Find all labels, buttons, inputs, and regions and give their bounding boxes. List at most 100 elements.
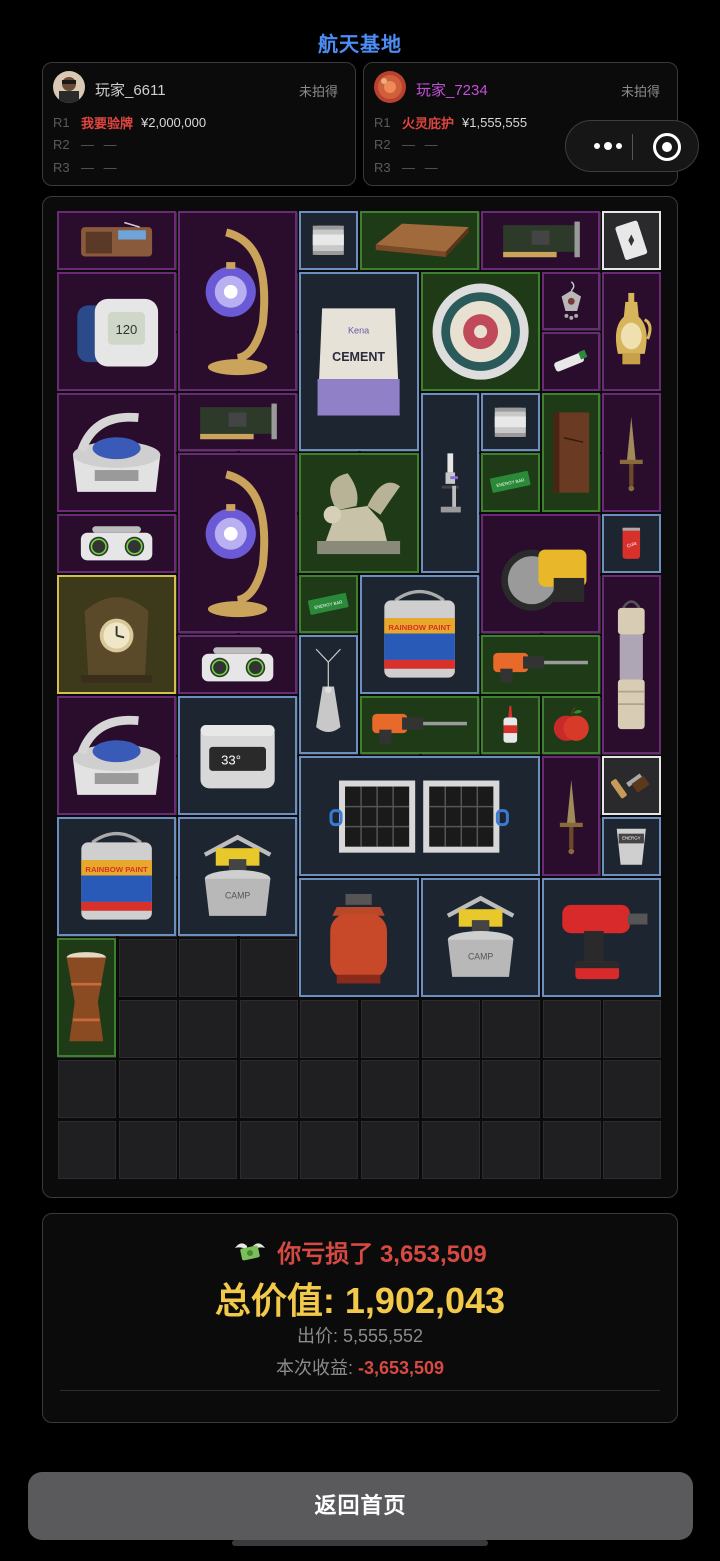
item-camping-stove[interactable]: CAMP — [420, 877, 540, 997]
svg-text:120: 120 — [115, 321, 137, 336]
item-cola-can[interactable]: Cola — [602, 514, 661, 573]
item-energy-bar[interactable]: ENERGY BAR — [481, 453, 540, 512]
item-radio[interactable] — [57, 211, 177, 270]
item-antique-clock[interactable] — [57, 574, 177, 694]
empty-slot — [118, 999, 177, 1058]
round-label: R3 — [374, 160, 391, 175]
item-power-station[interactable]: 33° — [178, 695, 298, 815]
item-glue-tube[interactable] — [541, 332, 601, 391]
item-speaker[interactable] — [178, 635, 298, 694]
round-row: R2 — — — [53, 137, 120, 152]
item-cordless-drill[interactable] — [541, 877, 661, 997]
item-golden-jug[interactable] — [602, 271, 661, 391]
item-winged-lion-statue[interactable] — [299, 453, 419, 573]
item-dagger[interactable] — [602, 392, 661, 512]
empty-slot — [542, 1121, 601, 1179]
item-paintbrush[interactable] — [602, 756, 661, 815]
player-name: 玩家_6611 — [95, 82, 166, 99]
card-icon — [607, 216, 656, 265]
round-row: R2 — — — [374, 137, 441, 152]
item-circular-saw[interactable] — [481, 514, 601, 634]
drill-icon — [367, 703, 472, 748]
home-indicator — [232, 1540, 488, 1546]
radio-icon — [65, 221, 168, 260]
item-centrifuge[interactable] — [57, 695, 177, 815]
empty-slot — [118, 1060, 177, 1119]
more-icon[interactable] — [588, 133, 628, 159]
empty-slot — [179, 1121, 238, 1179]
empty-slot — [482, 1121, 541, 1179]
svg-text:CAMP: CAMP — [468, 951, 493, 961]
speaker-icon — [67, 523, 166, 564]
item-leather-book[interactable] — [541, 392, 601, 512]
item-camping-lantern[interactable] — [602, 574, 661, 755]
paint-icon: RAINBOW PAINT — [372, 585, 467, 684]
item-canned-beef[interactable] — [481, 392, 540, 452]
power-station-icon: 33° — [183, 701, 292, 810]
cup-icon: ENERGY — [607, 822, 656, 871]
can-icon — [304, 216, 353, 265]
empty-slot — [361, 999, 419, 1058]
solar-icon — [329, 763, 510, 868]
empty-slot — [421, 999, 480, 1058]
item-cement-bag[interactable]: CEMENT Kena — [299, 271, 419, 452]
item-gas-cylinder[interactable] — [299, 877, 419, 997]
item-decorative-plate[interactable] — [420, 271, 540, 391]
item-turkish-lamp[interactable] — [178, 211, 298, 391]
glue-icon — [547, 337, 596, 386]
item-rotary-hammer[interactable] — [481, 635, 601, 694]
paint-icon: RAINBOW PAINT — [69, 827, 164, 926]
round-row: R1 火灵庇护 ¥1,555,555 — [374, 113, 527, 132]
svg-text:CAMP: CAMP — [225, 890, 250, 900]
avatar — [374, 71, 406, 103]
round-label: R1 — [374, 115, 391, 130]
item-solar-panel[interactable] — [299, 756, 540, 876]
divider — [60, 1390, 660, 1391]
empty-slot — [179, 1060, 238, 1119]
item-rotary-hammer[interactable] — [360, 695, 480, 755]
empty-slot — [239, 939, 298, 998]
item-camping-stove[interactable]: CAMP — [178, 817, 298, 937]
return-home-button[interactable]: 返回首页 — [28, 1472, 693, 1540]
item-playing-card[interactable] — [602, 211, 661, 270]
item-circuit-card[interactable] — [481, 211, 601, 270]
round-row: R3 — — — [374, 160, 441, 175]
item-earring[interactable] — [541, 271, 601, 331]
item-energy-bar[interactable]: ENERGY BAR — [299, 574, 358, 634]
item-dagger[interactable] — [541, 756, 601, 876]
svg-text:CEMENT: CEMENT — [333, 349, 386, 363]
item-blood-pressure-monitor[interactable]: 120 — [57, 271, 177, 391]
lamp-icon — [188, 463, 287, 623]
earring-icon — [547, 277, 596, 326]
lamp-icon — [188, 221, 287, 381]
money-wings-icon — [233, 1238, 267, 1273]
item-microscope[interactable] — [420, 392, 480, 573]
empty-slot — [300, 999, 359, 1058]
profit-value: -3,653,509 — [357, 1358, 445, 1378]
inventory-grid: 120 CEMENT Kena ENERGY BAR Cola ENERGY BAR RAI… — [57, 211, 663, 1183]
round-row: R3 — — — [53, 160, 120, 175]
svg-text:RAINBOW PAINT: RAINBOW PAINT — [388, 623, 451, 632]
item-apple[interactable] — [541, 695, 601, 755]
item-paint-bucket[interactable]: RAINBOW PAINT — [360, 574, 480, 694]
item-wood-board[interactable] — [360, 211, 480, 270]
profit-line: 本次收益: -3,653,509 — [43, 1354, 677, 1380]
empty-slot — [118, 1121, 177, 1179]
close-target-icon[interactable] — [653, 133, 681, 161]
empty-slot — [361, 1060, 419, 1119]
item-canned-beef[interactable] — [299, 211, 358, 270]
item-djembe-drum[interactable] — [57, 938, 116, 1058]
item-turkish-lamp[interactable] — [178, 453, 298, 634]
item-glue-bottle[interactable] — [481, 695, 540, 755]
item-circuit-card[interactable] — [178, 392, 298, 452]
item-paint-bucket[interactable]: RAINBOW PAINT — [57, 817, 177, 937]
item-centrifuge[interactable] — [57, 392, 177, 512]
drill-icon — [488, 642, 593, 687]
item-energy-cup[interactable]: ENERGY — [602, 817, 661, 876]
energy-bar-icon: ENERGY BAR — [304, 580, 353, 629]
apple-icon — [547, 701, 596, 750]
item-pendant-necklace[interactable] — [299, 635, 358, 755]
item-speaker[interactable] — [57, 514, 177, 573]
loss-line: 你亏损了 3,653,509 — [43, 1234, 677, 1273]
empty-slot — [58, 1121, 116, 1179]
